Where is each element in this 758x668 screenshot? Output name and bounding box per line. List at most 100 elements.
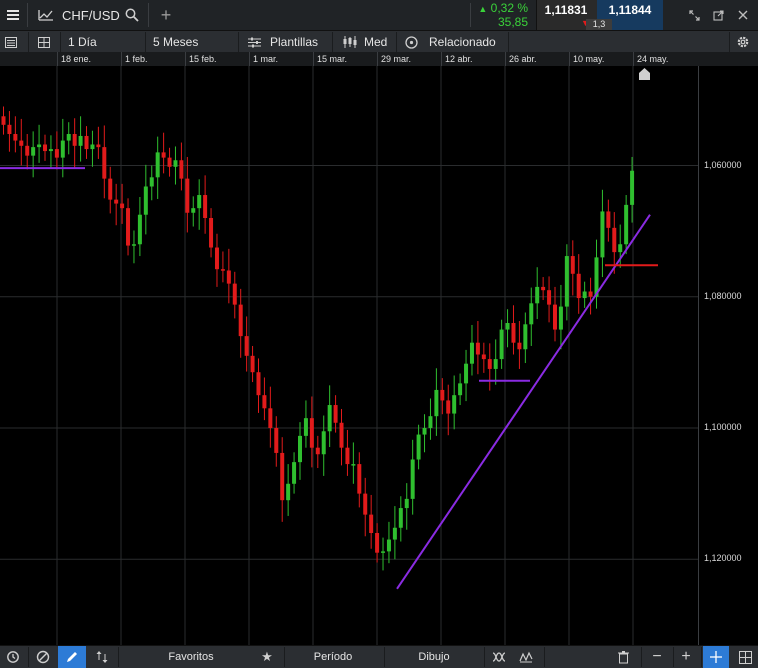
candle-body (327, 405, 332, 432)
candle-body (286, 483, 291, 501)
candle-body (167, 157, 172, 167)
pencil-icon[interactable] (58, 646, 86, 668)
candle-body (612, 227, 617, 253)
candle-body (446, 400, 451, 414)
candle-body (511, 323, 516, 343)
no-entry-icon[interactable] (34, 646, 52, 668)
candle-body (292, 462, 297, 484)
latest-marker-icon (639, 68, 650, 80)
candle-body (351, 464, 356, 466)
candle-body (386, 539, 391, 552)
bottom-toolbar: Favoritos ★ Período Dibujo − + (0, 645, 758, 668)
candle-body (458, 383, 463, 396)
candle-body (25, 145, 30, 156)
candle-body (114, 199, 119, 204)
candle-body (179, 160, 184, 179)
price-tick-label: 1,080000 (704, 290, 742, 301)
candle-body (523, 324, 528, 350)
candle-body (381, 551, 386, 553)
grid-toggle-icon[interactable] (734, 646, 756, 668)
candle-body (13, 134, 18, 141)
candle-body (541, 286, 546, 291)
candle-body (392, 527, 397, 540)
candle-body (191, 208, 196, 213)
candle-body (452, 395, 457, 414)
candle-body (398, 508, 403, 528)
candle-body (155, 152, 160, 178)
candle-body (298, 435, 302, 463)
candle-body (102, 147, 107, 179)
candle-body (564, 256, 569, 307)
price-tick-label: 1,120000 (704, 553, 742, 564)
favorites-button[interactable]: Favoritos (130, 646, 252, 668)
candle-body (60, 140, 65, 158)
history-icon[interactable] (4, 646, 22, 668)
candle-body (66, 134, 71, 141)
candle-body (464, 363, 469, 384)
zoom-in-icon[interactable]: + (677, 646, 695, 668)
candle-body (576, 273, 581, 299)
candle-body (475, 342, 480, 355)
candle-body (428, 416, 433, 428)
candle-body (618, 244, 623, 253)
candle-body (404, 498, 409, 509)
candle-body (238, 304, 243, 337)
candle-body (220, 269, 225, 271)
candle-body (214, 247, 219, 270)
candle-body (570, 256, 575, 274)
drawing-button[interactable]: Dibujo (386, 646, 482, 668)
recycle-bin-icon[interactable] (614, 646, 632, 668)
price-tick-label: 1,100000 (704, 422, 742, 432)
candle-body (481, 354, 486, 360)
zoom-out-icon[interactable]: − (648, 646, 666, 668)
candle-body (345, 447, 350, 465)
candle-body (209, 218, 214, 248)
candle-body (137, 214, 142, 245)
star-icon[interactable]: ★ (258, 646, 276, 668)
period-button[interactable]: Período (286, 646, 380, 668)
candle-body (339, 422, 344, 448)
candle-body (262, 395, 267, 409)
candle-body (19, 140, 24, 146)
candle-body (529, 303, 534, 325)
candle-body (72, 134, 77, 146)
candle-body (48, 149, 53, 152)
candle-body (315, 447, 320, 455)
candle-body (624, 204, 629, 245)
candle-body (410, 459, 415, 499)
candle-body (363, 493, 368, 515)
candle-body (96, 144, 101, 148)
candle-body (256, 372, 261, 396)
candle-body (54, 149, 59, 158)
indicator-curve-icon[interactable] (490, 646, 508, 668)
candle-body (268, 408, 273, 428)
arrows-icon[interactable] (92, 646, 112, 668)
candle-body (333, 405, 338, 423)
candle-body (173, 160, 178, 167)
candle-body (31, 147, 36, 156)
price-chart[interactable] (0, 0, 758, 667)
candle-body (606, 211, 611, 228)
candle-body (78, 135, 83, 146)
candle-body (357, 464, 362, 494)
candle-body (43, 144, 48, 152)
candle-body (185, 178, 190, 213)
candle-body (369, 514, 374, 533)
candle-body (244, 336, 249, 356)
candle-body (274, 428, 279, 453)
chart-type-icon[interactable] (516, 646, 536, 668)
candle-body (582, 291, 587, 299)
candle-body (321, 431, 326, 455)
crosshair-icon[interactable] (703, 646, 729, 668)
candle-body (149, 177, 154, 187)
candle-body (7, 124, 12, 134)
candle-body (161, 152, 166, 158)
candle-body (600, 211, 605, 258)
candle-body (1, 116, 6, 125)
price-tick-label: 1,060000 (704, 159, 742, 170)
candle-body (517, 342, 522, 350)
candle-body (630, 170, 635, 205)
candle-body (303, 418, 308, 436)
candle-body (120, 203, 125, 209)
candle-body (131, 244, 136, 246)
